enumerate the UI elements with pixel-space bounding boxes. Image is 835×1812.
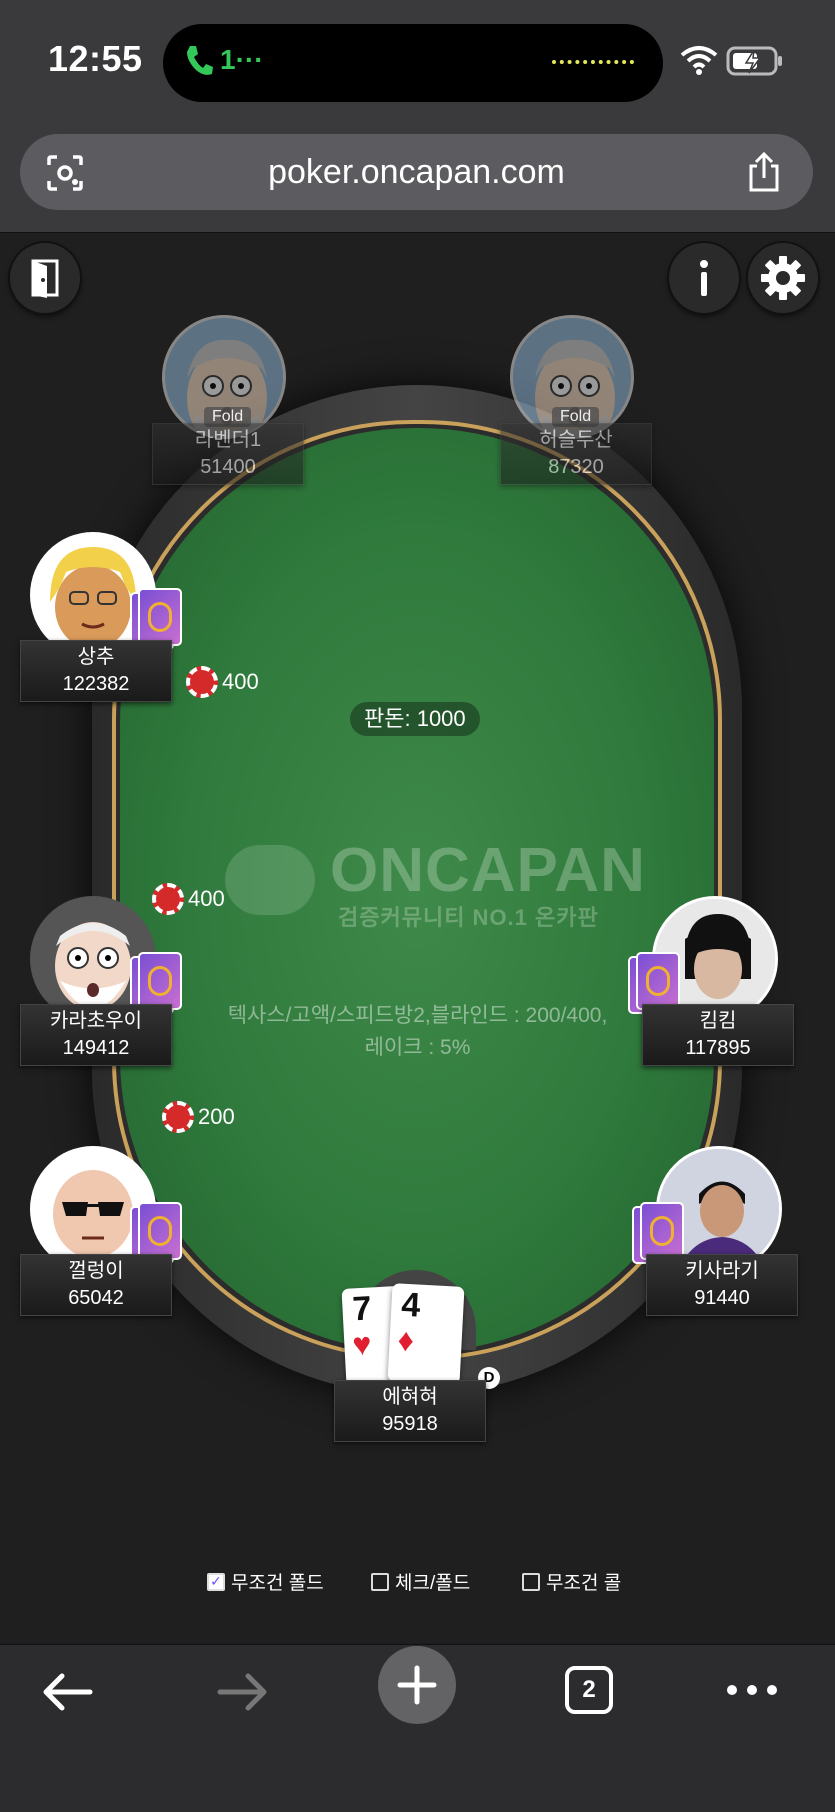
card-back	[636, 952, 680, 1010]
card-suit: ♦	[396, 1321, 415, 1359]
player-chips: 122382	[62, 673, 130, 695]
card-back	[640, 1202, 684, 1260]
option-label: 무조건 콜	[546, 1573, 622, 1594]
info-icon	[700, 260, 708, 296]
bet-amount: 400	[188, 886, 225, 911]
exit-button[interactable]	[10, 243, 80, 313]
option-always-call[interactable]: 무조건 콜	[522, 1568, 621, 1595]
card-back	[138, 952, 182, 1010]
card-rank: 7	[351, 1289, 373, 1329]
table-info-line2: 레이크 : 5%	[364, 1036, 471, 1059]
player-chips: 51400	[200, 456, 256, 478]
call-duration: 1···	[220, 44, 264, 75]
player-chips: 117895	[685, 1037, 751, 1059]
player-chips: 149412	[62, 1037, 130, 1059]
player-name: 카라초우이	[50, 1010, 142, 1032]
call-activity-indicator	[552, 60, 634, 67]
gear-icon	[761, 256, 805, 300]
player-nameplate: 킴킴 117895	[642, 1004, 794, 1066]
chip-icon	[152, 883, 184, 915]
plus-icon	[397, 1665, 437, 1705]
checkbox[interactable]	[522, 1572, 540, 1591]
pot-label: 판돈: 1000	[350, 702, 480, 736]
option-always-fold[interactable]: ✓ 무조건 폴드	[207, 1568, 324, 1595]
player-nameplate: 라벤더1 51400	[152, 423, 304, 485]
player-name: 킴킴	[699, 1010, 737, 1032]
bet-amount: 400	[222, 669, 259, 694]
player-bet: 400	[186, 666, 259, 698]
card-back	[138, 588, 182, 646]
back-arrow-icon[interactable]	[40, 1670, 94, 1714]
player-chips: 65042	[68, 1287, 124, 1309]
share-icon[interactable]	[745, 150, 783, 194]
card-rank: 4	[400, 1285, 422, 1325]
chip-icon	[162, 1101, 194, 1133]
new-tab-button[interactable]	[378, 1646, 456, 1724]
option-label: 무조건 폴드	[231, 1573, 324, 1594]
scan-icon[interactable]	[45, 153, 85, 193]
table-info: 텍사스/고액/스피드방2,블라인드 : 200/400, 레이크 : 5%	[200, 1000, 635, 1064]
option-check-fold[interactable]: 체크/폴드	[371, 1568, 470, 1595]
table-info-line1: 텍사스/고액/스피드방2,블라인드 : 200/400,	[227, 1004, 608, 1027]
player-bet: 200	[162, 1101, 235, 1133]
info-button[interactable]	[669, 243, 739, 313]
more-icon[interactable]	[724, 1680, 780, 1700]
player-chips: 91440	[694, 1287, 750, 1309]
player-nameplate: 껄렁이 65042	[20, 1254, 172, 1316]
card-back	[138, 1202, 182, 1260]
player-nameplate: 카라초우이 149412	[20, 1004, 172, 1066]
logo-emblem	[225, 845, 315, 915]
table-logo: ONCAPAN	[330, 836, 646, 905]
option-label: 체크/폴드	[395, 1573, 471, 1594]
wifi-icon	[680, 46, 718, 75]
table-logo-subtitle: 검증커뮤니티 NO.1 온카판	[338, 905, 599, 930]
phone-icon	[187, 46, 213, 75]
player-nameplate: 허슬두산 87320	[500, 423, 652, 485]
player-nameplate: 키사라기 91440	[646, 1254, 798, 1316]
player-bet: 400	[152, 883, 225, 915]
exit-door-icon	[31, 259, 59, 298]
forward-arrow-icon[interactable]	[216, 1670, 270, 1714]
player-chips: 87320	[548, 456, 604, 478]
chip-icon	[186, 666, 218, 698]
tab-count-button[interactable]: 2	[565, 1666, 613, 1714]
hole-card[interactable]: 4 ♦	[387, 1283, 465, 1385]
player-name: 에혀혀	[382, 1386, 438, 1408]
player-nameplate: 에혀혀 95918	[334, 1380, 486, 1442]
player-name: 상추	[77, 646, 115, 668]
status-time: 12:55	[48, 38, 143, 79]
checkbox-checked[interactable]: ✓	[207, 1572, 225, 1591]
card-suit: ♥	[351, 1325, 373, 1363]
player-chips: 95918	[382, 1413, 438, 1435]
battery-charging-icon	[726, 46, 782, 76]
player-name: 허슬두산	[539, 429, 613, 451]
settings-button[interactable]	[748, 243, 818, 313]
url-text[interactable]: poker.oncapan.com	[20, 134, 813, 210]
bet-amount: 200	[198, 1104, 235, 1129]
player-name: 껄렁이	[68, 1260, 124, 1282]
checkbox[interactable]	[371, 1572, 389, 1591]
player-name: 라벤더1	[194, 429, 262, 451]
player-name: 키사라기	[685, 1260, 759, 1282]
player-nameplate: 상추 122382	[20, 640, 172, 702]
